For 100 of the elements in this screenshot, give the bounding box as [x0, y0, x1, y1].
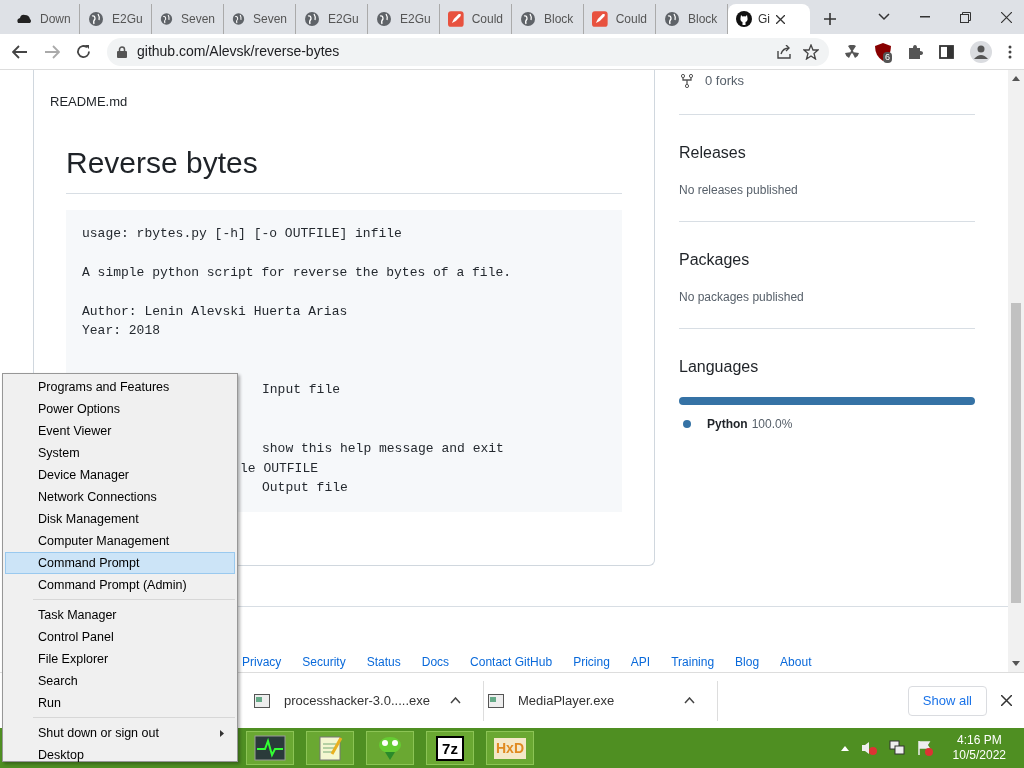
cloud-icon — [16, 13, 32, 25]
tab-title: Could — [471, 11, 503, 28]
close-icon[interactable] — [776, 14, 785, 24]
download-name[interactable]: MediaPlayer.exe — [518, 690, 670, 711]
tab-title: Block — [688, 11, 718, 28]
chevron-up-icon[interactable] — [684, 697, 695, 704]
taskbar-app[interactable]: 7z — [426, 731, 474, 765]
menu-item[interactable]: Run — [5, 692, 235, 714]
menu-item[interactable]: Desktop — [5, 744, 235, 766]
download-name[interactable]: processhacker-3.0.....exe — [284, 690, 436, 711]
hex-editor-logo: HxD — [494, 737, 526, 759]
rocket-icon — [592, 11, 608, 27]
extension-badge: 6 — [883, 51, 892, 63]
scrollbar[interactable] — [1008, 70, 1024, 672]
reload-icon[interactable] — [76, 44, 91, 59]
code-line: Author: Lenin Alevski Huerta Arias — [82, 302, 349, 321]
menu-item[interactable]: Computer Management — [5, 530, 235, 552]
new-tab-icon[interactable] — [824, 13, 836, 25]
menu-item[interactable]: Search — [5, 670, 235, 692]
puzzle-icon[interactable] — [907, 43, 923, 60]
footer-link[interactable]: Pricing — [573, 653, 610, 671]
code-line: show this help message and exit — [262, 441, 504, 457]
globe-icon — [376, 11, 392, 27]
tab-title: Seven — [252, 11, 287, 28]
menu-item[interactable]: Task Manager — [5, 604, 235, 626]
share-icon[interactable] — [777, 44, 793, 59]
lock-icon — [117, 45, 127, 58]
footer-link[interactable]: Privacy — [242, 653, 282, 671]
taskbar-app[interactable] — [246, 731, 294, 765]
chevron-down-icon[interactable] — [878, 13, 890, 21]
section-title: Languages — [679, 357, 760, 377]
back-icon[interactable] — [12, 44, 28, 59]
menu-item[interactable]: Shut down or sign out — [5, 722, 235, 744]
more-icon[interactable] — [1008, 44, 1012, 59]
code-line: Input file — [262, 382, 340, 398]
program-file-icon — [488, 692, 504, 709]
menu-item[interactable]: Control Panel — [5, 626, 235, 648]
globe-icon — [232, 11, 245, 27]
language-share: 100.0% — [751, 416, 793, 433]
forks-count[interactable]: 0 forks — [705, 71, 744, 91]
menu-item[interactable]: Power Options — [5, 398, 235, 420]
muted-speaker-icon[interactable] — [860, 740, 877, 756]
menu-item[interactable]: Device Manager — [5, 464, 235, 486]
notepad-icon — [316, 734, 344, 762]
tab-title: Gi — [758, 11, 770, 28]
footer-link[interactable]: Docs — [421, 653, 450, 671]
code-line: A simple python script for reverse the bytes of a file. — [82, 263, 513, 282]
menu-item[interactable]: Command Prompt — [5, 552, 235, 574]
menu-item[interactable]: System — [5, 442, 235, 464]
section-note: No packages published — [679, 289, 805, 306]
footer-link[interactable]: Contact GitHub — [470, 653, 553, 671]
star-icon[interactable] — [803, 43, 819, 60]
section-title: Packages — [679, 250, 751, 270]
menu-item[interactable]: Programs and Features — [5, 376, 235, 398]
footer-link[interactable]: Status — [366, 653, 401, 671]
footer-link[interactable]: About — [780, 653, 812, 671]
globe-icon — [664, 11, 680, 27]
tab-title: E2Gu — [328, 11, 359, 28]
code-line: Year: 2018 — [82, 322, 161, 341]
scrollbar-thumb[interactable] — [1011, 303, 1021, 603]
tab-title: Seven — [180, 11, 215, 28]
section-note: No releases published — [679, 182, 799, 199]
menu-item[interactable]: Network Connections — [5, 486, 235, 508]
tab-title: E2Gu — [112, 11, 143, 28]
menu-item[interactable]: Command Prompt (Admin) — [5, 574, 235, 596]
menu-item[interactable]: File Explorer — [5, 648, 235, 670]
flag-icon[interactable] — [916, 740, 933, 756]
network-icon[interactable] — [888, 740, 905, 756]
footer-link[interactable]: Security — [302, 653, 346, 671]
pulse-monitor-icon — [254, 735, 286, 761]
language-name[interactable]: Python — [707, 415, 748, 433]
show-all-button[interactable]: Show all — [907, 685, 987, 716]
clock-time[interactable]: 4:16 PM — [956, 733, 1002, 748]
sevenzip-logo: 7z — [436, 735, 464, 761]
browser-tab[interactable]: Gi — [728, 4, 810, 34]
footer-link[interactable]: API — [630, 653, 651, 671]
footer-link[interactable]: Blog — [735, 653, 760, 671]
scroll-up-icon[interactable] — [1012, 76, 1020, 81]
close-icon[interactable] — [1001, 11, 1012, 23]
section-title: Releases — [679, 143, 747, 163]
program-file-icon — [254, 692, 270, 709]
menu-item[interactable]: Event Viewer — [5, 420, 235, 442]
taskbar-app[interactable] — [366, 731, 414, 765]
globe-icon — [304, 11, 320, 27]
address-field[interactable]: github.com/Alevsk/reverse-bytes — [107, 37, 829, 66]
restore-icon[interactable] — [960, 11, 971, 23]
code-line: Output file — [262, 480, 348, 496]
menu-item[interactable]: Disk Management — [5, 508, 235, 530]
close-icon[interactable] — [1001, 695, 1012, 706]
minimize-icon[interactable] — [920, 16, 930, 18]
globe-icon — [160, 11, 173, 27]
side-panel-icon[interactable] — [939, 44, 954, 59]
tray-arrow-icon[interactable] — [840, 745, 849, 751]
profile-icon[interactable] — [970, 40, 992, 63]
clock-date[interactable]: 10/5/2022 — [952, 748, 1006, 763]
footer-link[interactable]: Training — [671, 653, 715, 671]
scroll-down-icon[interactable] — [1012, 661, 1020, 666]
rocket-icon — [448, 11, 464, 27]
radiation-icon[interactable] — [845, 44, 859, 59]
chevron-up-icon[interactable] — [450, 697, 461, 704]
